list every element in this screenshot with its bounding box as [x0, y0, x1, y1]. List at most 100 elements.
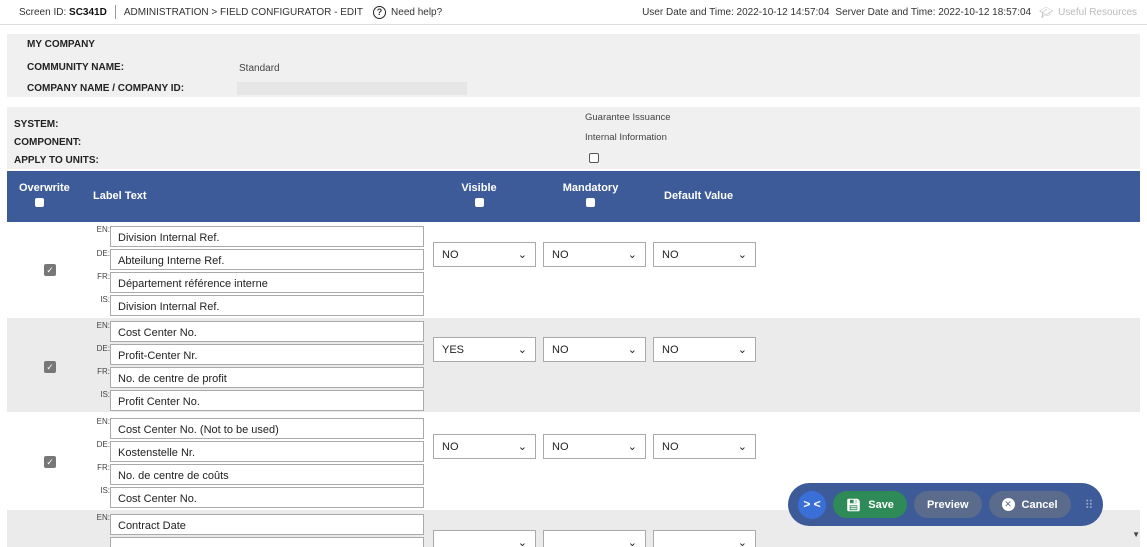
close-circle-icon: ✕	[1001, 498, 1015, 511]
lang-code: EN:	[96, 321, 110, 330]
table-header: Overwrite Label Text Visible Mandatory D…	[7, 171, 1140, 222]
visible-select[interactable]: YES ⌄	[433, 337, 536, 362]
floating-action-bar: > < 💾︎ Save Preview ✕ Cancel ⠿	[788, 483, 1103, 526]
scroll-down-arrow-icon[interactable]: ▼	[1132, 530, 1140, 539]
collapse-toggle-button[interactable]: > <	[798, 490, 826, 519]
mandatory-all-checkbox[interactable]	[586, 198, 595, 207]
overwrite-header: Overwrite	[19, 182, 70, 207]
help-link[interactable]: ? Need help?	[373, 5, 443, 19]
label-input-de[interactable]: Profit-Center Nr.	[110, 344, 424, 365]
visible-select[interactable]: NO ⌄	[433, 434, 536, 459]
chevron-down-icon: ⌄	[737, 537, 747, 547]
label-text-header: Label Text	[93, 190, 147, 202]
useful-resources-link[interactable]: 🎓︎ Useful Resources	[1039, 6, 1137, 19]
mandatory-select[interactable]: NO ⌄	[543, 242, 646, 267]
default-value-select[interactable]: NO ⌄	[653, 337, 756, 362]
mandatory-select[interactable]: NO ⌄	[543, 434, 646, 459]
chevron-down-icon: ⌄	[737, 344, 747, 356]
breadcrumb: ADMINISTRATION > FIELD CONFIGURATOR - ED…	[123, 6, 364, 18]
visible-value: YES	[442, 344, 465, 356]
apply-to-units-label: APPLY TO UNITS:	[14, 155, 99, 166]
company-name-value	[237, 82, 467, 95]
visible-all-checkbox[interactable]	[474, 198, 484, 207]
lang-code: DE:	[96, 440, 110, 449]
save-label: Save	[868, 498, 894, 511]
overwrite-header-label: Overwrite	[19, 182, 70, 194]
default-value-select[interactable]: ⌄	[653, 530, 756, 547]
default-value: NO	[662, 441, 679, 453]
community-name-label: COMMUNITY NAME:	[27, 62, 125, 73]
chevron-down-icon: ⌄	[517, 344, 527, 356]
component-value: Internal Information	[585, 132, 667, 143]
mandatory-header-label: Mandatory	[562, 182, 619, 194]
visible-select[interactable]: NO ⌄	[433, 242, 536, 267]
label-input-fr[interactable]: No. de centre de profit	[110, 367, 424, 388]
lang-code: DE:	[96, 344, 110, 353]
server-datetime: Server Date and Time: 2022-10-12 18:57:0…	[835, 6, 1032, 18]
preview-button[interactable]: Preview	[913, 491, 982, 518]
overwrite-checkbox[interactable]: ✓	[44, 264, 56, 276]
lang-code: IS:	[100, 295, 110, 304]
label-input-en[interactable]: Contract Date	[110, 514, 424, 535]
mandatory-header: Mandatory	[558, 182, 623, 207]
save-button[interactable]: 💾︎ Save	[833, 491, 907, 518]
default-value-header: Default Value	[664, 190, 734, 202]
community-name-value: Standard	[239, 63, 280, 74]
overwrite-checkbox[interactable]: ✓	[44, 456, 56, 468]
label-input-de[interactable]	[110, 537, 424, 547]
label-input-en[interactable]: Cost Center No. (Not to be used)	[110, 418, 424, 439]
company-title: MY COMPANY	[27, 39, 95, 50]
table-row: ✓ EN: Cost Center No. DE: Profit-Center …	[7, 318, 1140, 412]
lang-code: EN:	[96, 417, 110, 426]
apply-to-units-checkbox[interactable]	[589, 153, 599, 163]
chevron-down-icon: ⌄	[517, 537, 527, 547]
default-value-select[interactable]: NO ⌄	[653, 242, 756, 267]
system-label: SYSTEM:	[14, 119, 59, 130]
help-icon: ?	[373, 5, 387, 19]
chevron-down-icon: ⌄	[627, 249, 637, 261]
label-input-fr[interactable]: Département référence interne	[110, 272, 424, 293]
help-label: Need help?	[391, 6, 443, 18]
default-value: NO	[662, 249, 679, 261]
overwrite-all-checkbox[interactable]	[34, 198, 44, 207]
divider	[114, 5, 116, 19]
visible-header: Visible	[454, 182, 504, 207]
lang-code: IS:	[100, 390, 110, 399]
label-input-en[interactable]: Division Internal Ref.	[110, 226, 424, 247]
default-value: NO	[662, 344, 679, 356]
label-input-is[interactable]: Division Internal Ref.	[110, 295, 424, 316]
graduation-cap-icon: 🎓︎	[1039, 6, 1054, 19]
chevron-down-icon: ⌄	[517, 441, 527, 453]
chevron-down-icon: ⌄	[627, 344, 637, 356]
chevron-down-icon: ⌄	[737, 249, 747, 261]
cancel-button[interactable]: ✕ Cancel	[988, 491, 1071, 518]
user-datetime: User Date and Time: 2022-10-12 14:57:04	[642, 6, 830, 18]
label-input-is[interactable]: Cost Center No.	[110, 487, 424, 508]
mandatory-value: NO	[552, 249, 569, 261]
label-input-de[interactable]: Abteilung Interne Ref.	[110, 249, 424, 270]
label-input-en[interactable]: Cost Center No.	[110, 321, 424, 342]
chevron-down-icon: ⌄	[627, 537, 637, 547]
label-input-fr[interactable]: No. de centre de coûts	[110, 464, 424, 485]
lang-code: FR:	[97, 367, 110, 376]
label-input-is[interactable]: Profit Center No.	[110, 390, 424, 411]
system-value: Guarantee Issuance	[585, 112, 671, 123]
mandatory-select[interactable]: NO ⌄	[543, 337, 646, 362]
lang-code: DE:	[96, 249, 110, 258]
default-value-select[interactable]: NO ⌄	[653, 434, 756, 459]
visible-value: NO	[442, 441, 459, 453]
label-input-de[interactable]: Kostenstelle Nr.	[110, 441, 424, 462]
lang-code: FR:	[97, 272, 110, 281]
table-row: ✓ EN: Division Internal Ref. DE: Abteilu…	[7, 222, 1140, 316]
overwrite-checkbox[interactable]: ✓	[44, 361, 56, 373]
visible-select[interactable]: ⌄	[433, 530, 536, 547]
lang-code: FR:	[97, 463, 110, 472]
visible-value: NO	[442, 249, 459, 261]
mandatory-select[interactable]: ⌄	[543, 530, 646, 547]
drag-handle-icon[interactable]: ⠿	[1085, 498, 1094, 512]
lang-code: EN:	[96, 513, 110, 522]
system-panel: SYSTEM: Guarantee Issuance COMPONENT: In…	[7, 107, 1140, 169]
component-label: COMPONENT:	[14, 137, 82, 148]
lang-code: IS:	[100, 486, 110, 495]
chevron-down-icon: ⌄	[737, 441, 747, 453]
